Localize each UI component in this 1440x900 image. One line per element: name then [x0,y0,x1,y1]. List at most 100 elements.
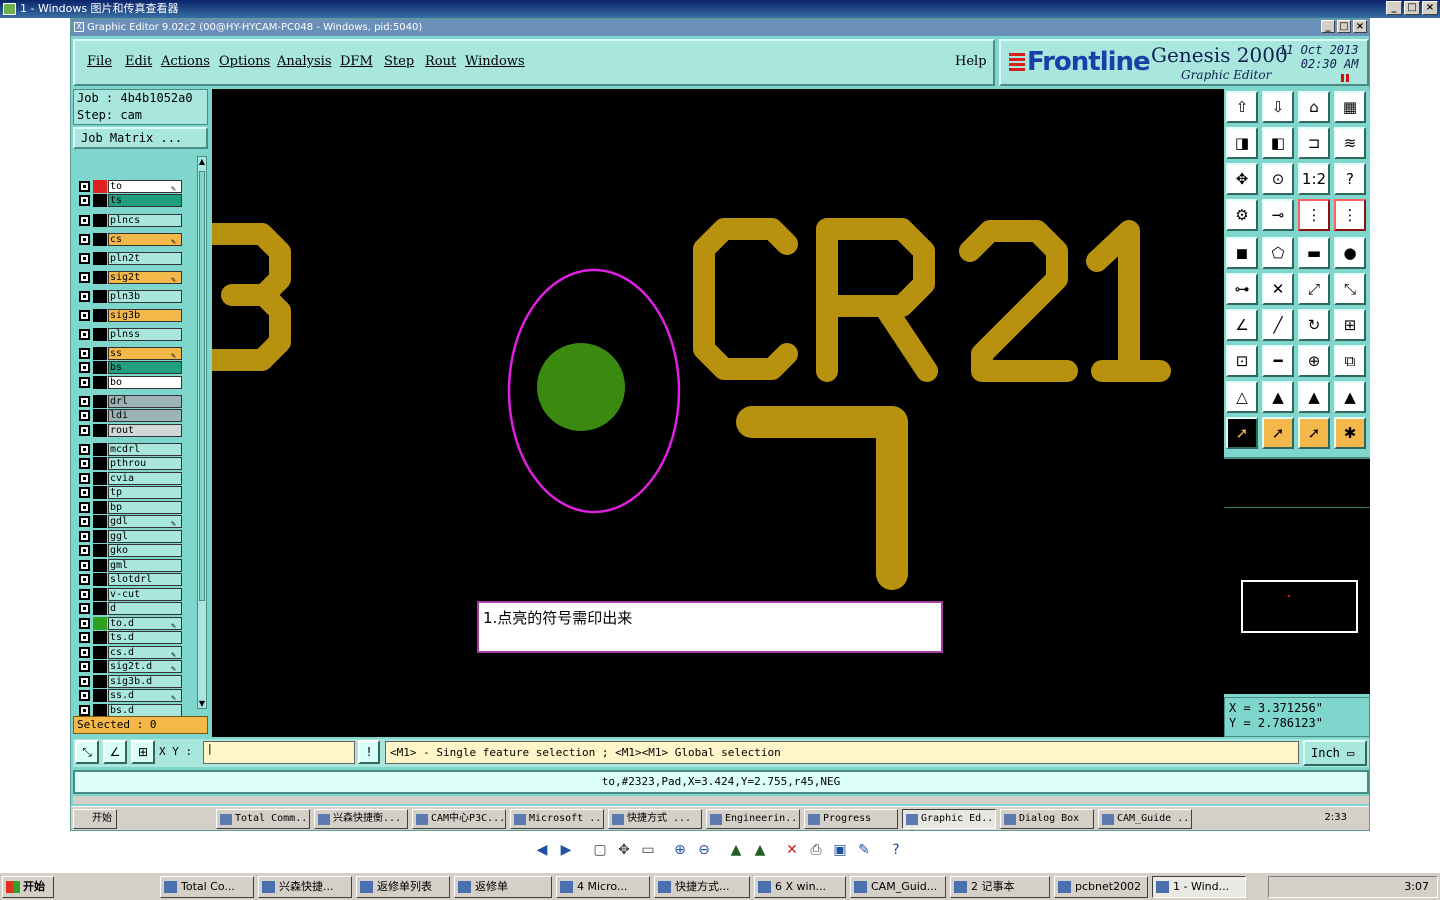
layer-swatch[interactable] [93,214,107,227]
layer-name[interactable]: pthrou [108,457,182,470]
layer-swatch[interactable] [93,194,107,207]
help-icon[interactable]: ? [886,840,906,860]
pointer-select-icon[interactable]: ➚ [1226,417,1258,449]
layers-b-icon[interactable]: ⋮ [1334,199,1366,231]
layer-checkbox[interactable] [79,560,90,571]
dash-icon[interactable]: ━ [1262,345,1294,377]
layer-checkbox[interactable] [79,705,90,716]
layer-checkbox[interactable] [79,473,90,484]
remote-task-button[interactable]: Progress [804,809,898,829]
layer-name[interactable]: ldi [108,409,182,422]
layer-name[interactable]: v-cut [108,588,182,601]
layer-row[interactable]: gdl ✎ [77,515,183,528]
layer-row[interactable]: ts [77,194,183,207]
layer-checkbox[interactable] [79,531,90,542]
layer-swatch[interactable] [93,472,107,485]
taskbar-button[interactable]: 兴森快捷... [258,876,352,898]
layer-swatch[interactable] [93,631,107,644]
layer-row[interactable]: v-cut [77,588,183,601]
settings-icon[interactable]: ⚙ [1226,199,1258,231]
layer-scrollbar[interactable]: ▲ ▼ [197,156,207,709]
slash-icon[interactable]: ╱ [1262,309,1294,341]
remote-task-button[interactable]: 快捷方式 ... [608,809,702,829]
layer-name[interactable]: drl [108,395,182,408]
layer-swatch[interactable] [93,328,107,341]
layer-row[interactable]: gko [77,544,183,557]
layer-checkbox[interactable] [79,603,90,614]
save-icon[interactable]: ▣ [830,840,850,860]
menu-step[interactable]: Step [384,54,414,69]
previous-image-icon[interactable]: ◀ [532,840,552,860]
triangle-c-icon[interactable]: ▲ [1298,381,1330,413]
layer-checkbox[interactable] [79,632,90,643]
start-button[interactable]: 开始 [2,876,54,898]
query-icon[interactable]: ? [1334,163,1366,195]
layer-swatch[interactable] [93,660,107,673]
menu-options[interactable]: Options [219,54,270,69]
overview-panel[interactable] [1224,457,1370,694]
layer-swatch[interactable] [93,559,107,572]
connect-icon[interactable]: ⊶ [1226,273,1258,305]
layer-swatch[interactable] [93,180,107,193]
maximize-button[interactable]: □ [1404,1,1420,15]
layer-row[interactable]: cvia [77,472,183,485]
graphic-canvas[interactable]: 1.点亮的符号需印出来 [212,89,1224,737]
layer-checkbox[interactable] [79,487,90,498]
slideshow-icon[interactable]: ▭ [638,840,658,860]
layer-row[interactable]: cs ✎ [77,233,183,246]
taskbar-button[interactable]: 快捷方式... [654,876,750,898]
layer-row[interactable]: sig3b.d [77,675,183,688]
layer-name[interactable]: gml [108,559,182,572]
layer-name[interactable]: cs ✎ [108,233,182,246]
layer-name[interactable]: mcdrl [108,443,182,456]
layer-swatch[interactable] [93,395,107,408]
menu-dfm[interactable]: DFM [340,54,373,69]
layer-row[interactable]: cs.d ✎ [77,646,183,659]
surface-icon[interactable]: ⬠ [1262,237,1294,269]
horizontal-scrollbar[interactable] [73,796,1369,804]
layers-a-icon[interactable]: ⋮ [1298,199,1330,231]
open-right-icon[interactable]: ◧ [1262,127,1294,159]
panel-icon[interactable]: ▦ [1334,91,1366,123]
layer-name[interactable]: rout [108,424,182,437]
layer-row[interactable]: bp [77,501,183,514]
layer-name[interactable]: plnss [108,328,182,341]
layer-row[interactable]: ldi [77,409,183,422]
layer-row[interactable]: bo [77,376,183,389]
layer-checkbox[interactable] [79,676,90,687]
layer-row[interactable]: gml [77,559,183,572]
layer-swatch[interactable] [93,530,107,543]
mirror-icon[interactable]: ⊞ [1334,309,1366,341]
edit-icon[interactable]: ✎ [854,840,874,860]
layer-swatch[interactable] [93,424,107,437]
layer-checkbox[interactable] [79,272,90,283]
layer-name[interactable]: cvia [108,472,182,485]
angle-icon[interactable]: ∠ [1226,309,1258,341]
triangle-d-icon[interactable]: ▲ [1334,381,1366,413]
taskbar-button[interactable]: 6 X win... [754,876,846,898]
layer-checkbox[interactable] [79,589,90,600]
minimize-button[interactable]: _ [1386,1,1402,15]
layer-row[interactable]: pln2t [77,252,183,265]
layer-row[interactable]: d [77,602,183,615]
layer-row[interactable]: slotdrl [77,573,183,586]
layer-swatch[interactable] [93,646,107,659]
snap-icon[interactable]: ⤡ [75,740,99,764]
layer-checkbox[interactable] [79,253,90,264]
layer-name[interactable]: tp [108,486,182,499]
group-icon[interactable]: ⧉ [1334,345,1366,377]
pad-node-icon[interactable]: ⊡ [1226,345,1258,377]
overview-viewport[interactable] [1241,580,1358,633]
layer-checkbox[interactable] [79,195,90,206]
layer-checkbox[interactable] [79,181,90,192]
layer-name[interactable]: ts.d [108,631,182,644]
layer-swatch[interactable] [93,271,107,284]
layer-name[interactable]: plncs [108,214,182,227]
menu-rout[interactable]: Rout [425,54,456,69]
layer-checkbox[interactable] [79,502,90,513]
job-matrix-button[interactable]: Job Matrix ... [73,127,208,149]
pause-icon[interactable] [1341,74,1349,82]
layer-swatch[interactable] [93,689,107,702]
layer-row[interactable]: ss ✎ [77,347,183,360]
layer-checkbox[interactable] [79,410,90,421]
